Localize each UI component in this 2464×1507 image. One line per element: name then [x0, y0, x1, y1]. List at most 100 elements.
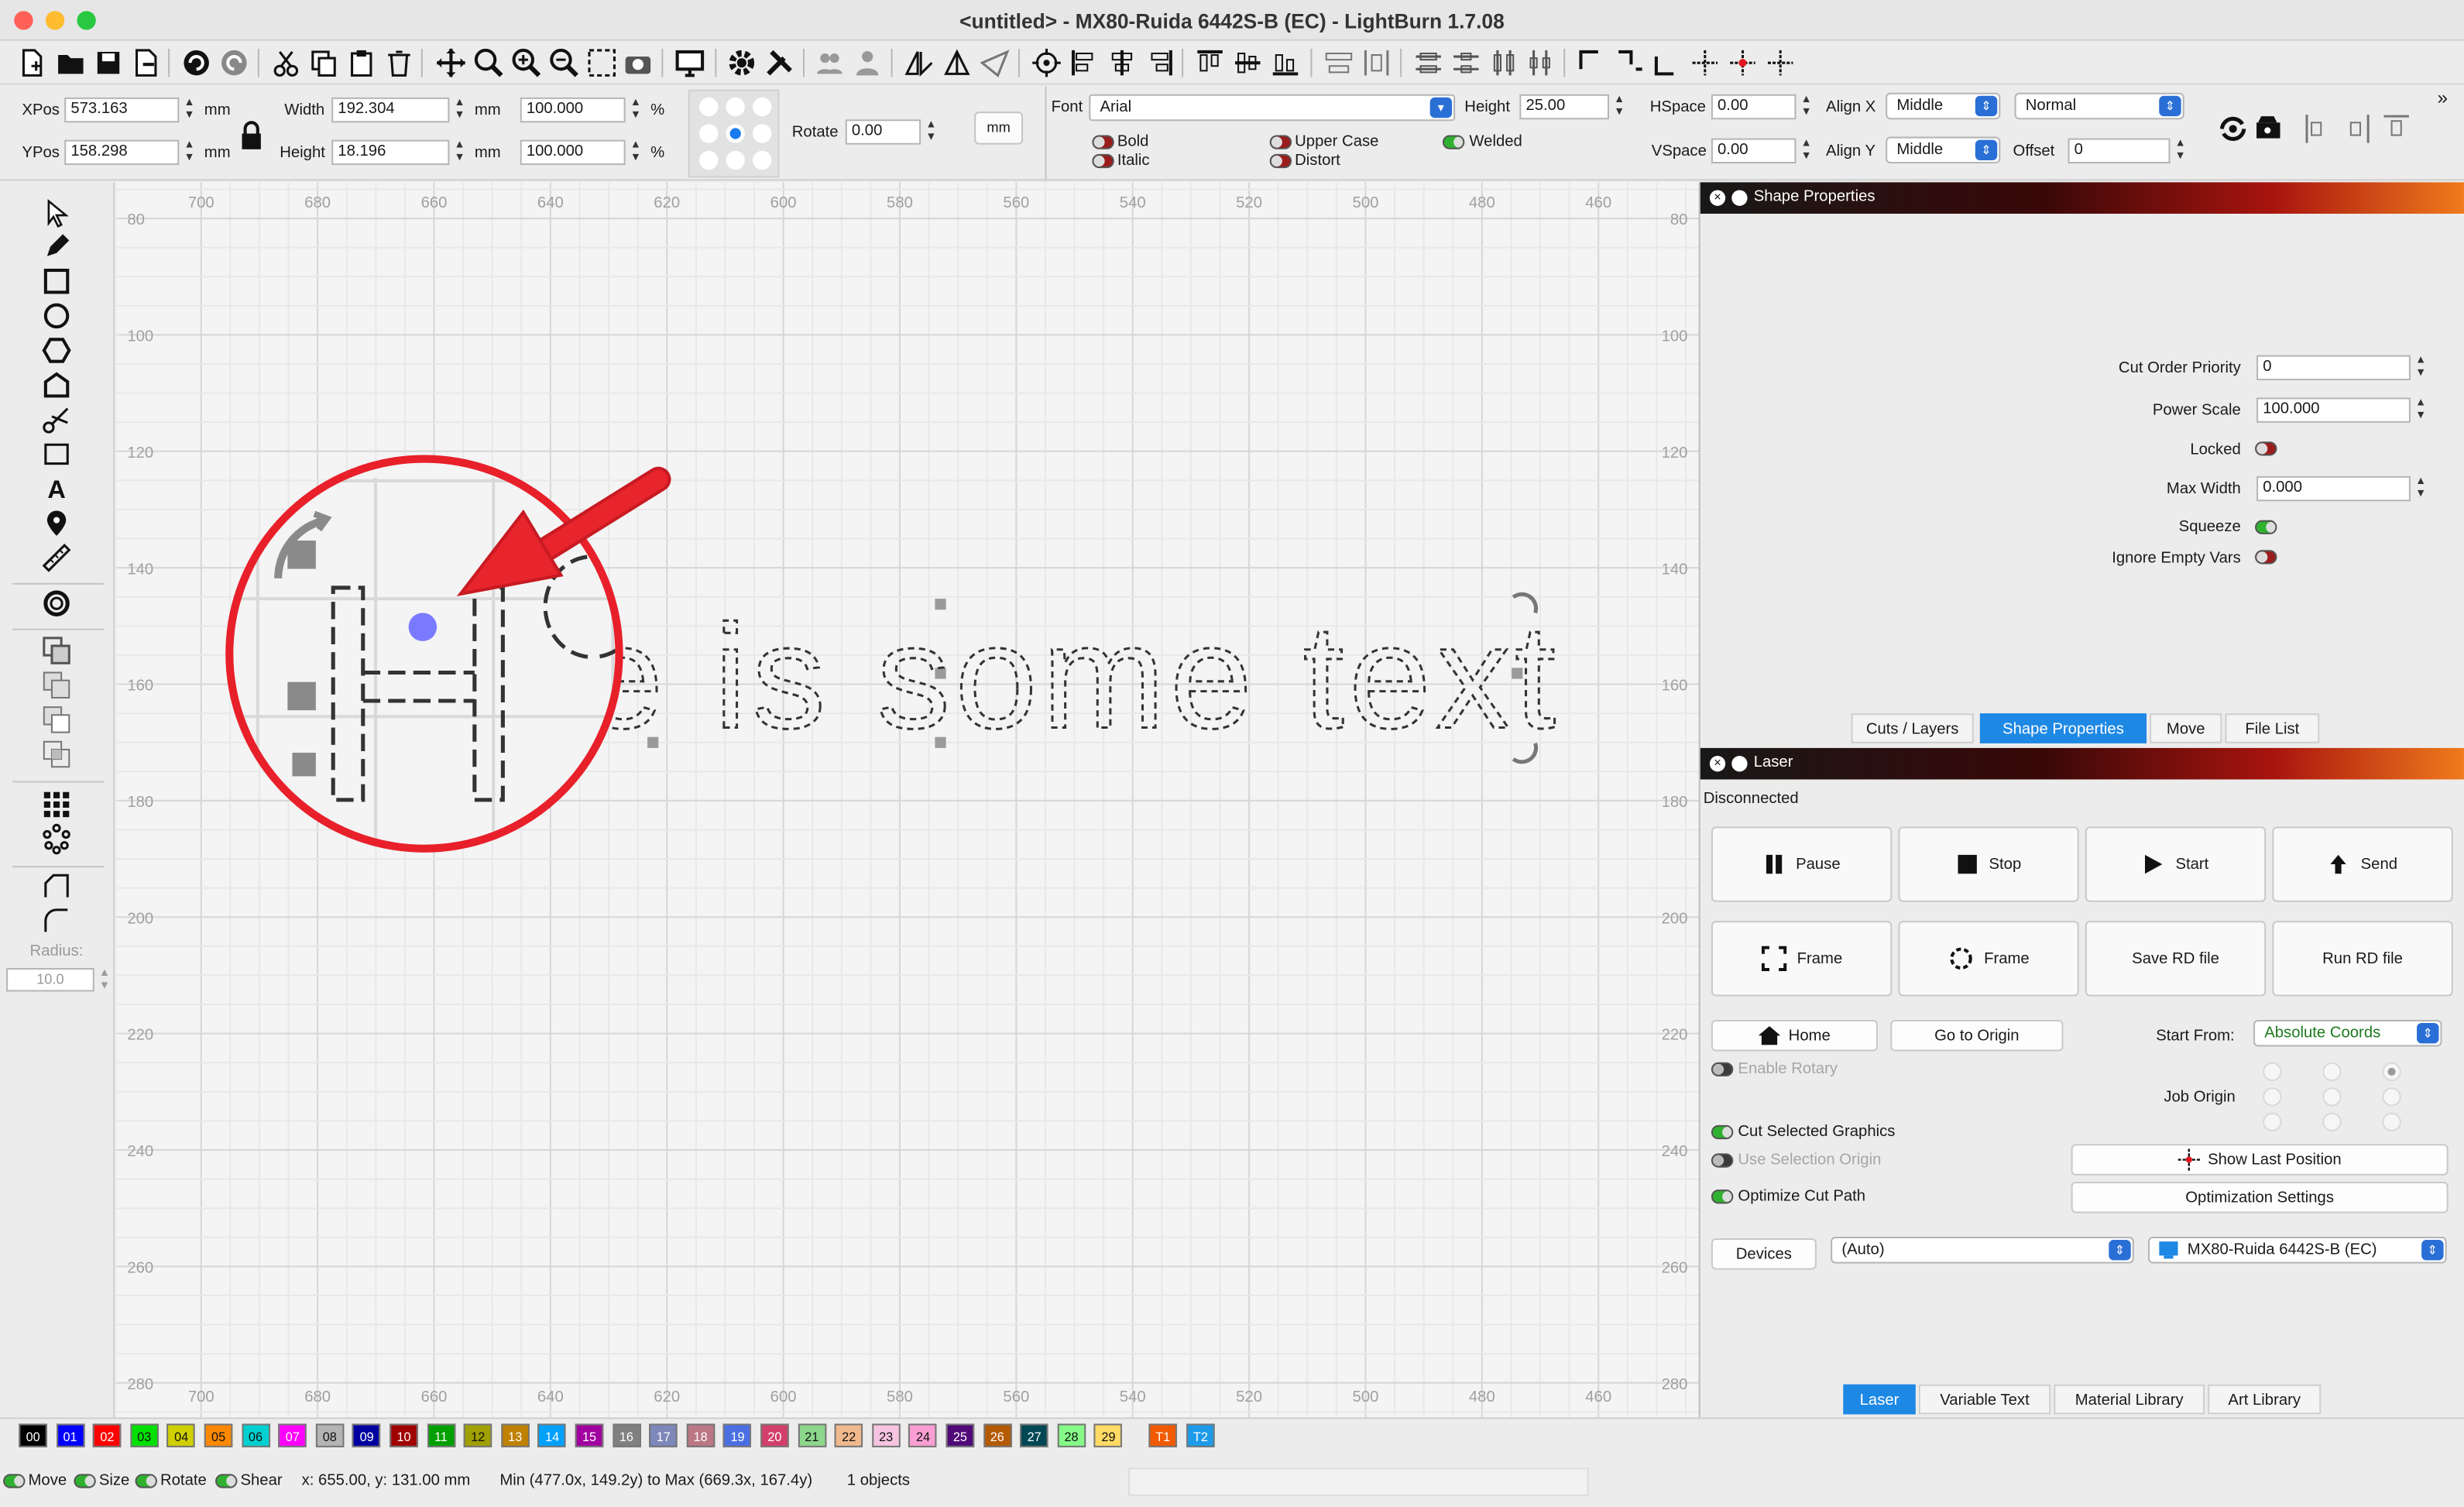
offset-input[interactable]: 0 — [2068, 138, 2171, 164]
layer-color-swatch[interactable]: 25 — [945, 1423, 975, 1447]
send-button[interactable]: Send — [2272, 826, 2453, 902]
tab-laser[interactable]: Laser — [1843, 1384, 1916, 1415]
tab-cuts-layers[interactable]: Cuts / Layers — [1851, 713, 1974, 743]
stop-button[interactable]: Stop — [1898, 826, 2079, 902]
use-selection-origin-toggle[interactable] — [1711, 1153, 1734, 1168]
font-select[interactable]: Arial ▾ — [1089, 94, 1456, 122]
vspace-input[interactable]: 0.00 — [1711, 138, 1797, 164]
uppercase-toggle[interactable] — [1269, 135, 1292, 149]
align-top-icon[interactable] — [1194, 47, 1226, 79]
ellipse-tool-icon[interactable] — [41, 300, 73, 332]
zoom-in-icon[interactable] — [511, 47, 543, 79]
crosshair-red-icon[interactable] — [1727, 47, 1759, 79]
locked-toggle[interactable] — [2255, 441, 2277, 456]
distort-toggle[interactable] — [1269, 153, 1292, 169]
copy-icon[interactable] — [308, 47, 340, 79]
close-panel-icon[interactable]: × — [1709, 190, 1726, 206]
tab-variable-text[interactable]: Variable Text — [1918, 1384, 2051, 1415]
ignore-empty-vars-toggle[interactable] — [2255, 550, 2277, 565]
crosshair-icon[interactable] — [1765, 47, 1797, 79]
layer-color-swatch[interactable]: 15 — [575, 1423, 604, 1447]
power-scale-input[interactable]: 100.000 — [2256, 397, 2411, 423]
align-x-select[interactable]: Middle ⇕ — [1886, 92, 2001, 120]
position-laser-pin-icon[interactable] — [41, 507, 73, 539]
layer-color-swatch[interactable]: 19 — [723, 1423, 752, 1447]
layer-color-swatch[interactable]: 03 — [130, 1423, 159, 1447]
show-last-position-button[interactable]: Show Last Position — [2071, 1144, 2449, 1176]
align-left-icon[interactable] — [1069, 47, 1100, 79]
layer-color-swatch[interactable]: 10 — [390, 1423, 418, 1447]
cut-order-input[interactable]: 0 — [2256, 355, 2411, 381]
rectangle-tool-icon[interactable] — [41, 266, 73, 297]
layer-color-swatch[interactable]: 16 — [612, 1423, 641, 1447]
frame-button[interactable]: Frame — [1711, 921, 1893, 997]
dock-left-icon[interactable] — [1412, 47, 1444, 79]
save-icon[interactable] — [93, 47, 125, 79]
layer-color-swatch[interactable]: 08 — [315, 1423, 345, 1447]
arrange-top-icon[interactable] — [2380, 112, 2412, 146]
align-middle-icon[interactable] — [1232, 47, 1264, 79]
squeeze-toggle[interactable] — [2255, 520, 2277, 534]
enable-rotary-toggle[interactable] — [1711, 1062, 1734, 1077]
cut-order-stepper[interactable]: ▲ ▼ — [2414, 355, 2428, 380]
object-origin-grid[interactable] — [688, 89, 780, 178]
tab-material-library[interactable]: Material Library — [2054, 1384, 2205, 1415]
tab-art-library[interactable]: Art Library — [2208, 1384, 2322, 1415]
flip-horizontal-icon[interactable] — [904, 47, 935, 79]
layer-color-swatch[interactable]: 11 — [427, 1423, 455, 1447]
dock-center-icon[interactable] — [1450, 47, 1482, 79]
layer-color-swatch[interactable]: 17 — [649, 1423, 678, 1447]
arrange-left-icon[interactable] — [2302, 112, 2334, 146]
units-toggle-button[interactable]: mm — [974, 112, 1024, 145]
measure-ruler-icon[interactable] — [41, 542, 73, 574]
layer-color-swatch[interactable]: 06 — [241, 1423, 270, 1447]
text-tool-icon[interactable]: A — [41, 473, 73, 505]
layer-color-swatch[interactable]: 14 — [537, 1423, 567, 1447]
layer-color-swatch[interactable]: 12 — [464, 1423, 492, 1447]
align-y-select[interactable]: Middle ⇕ — [1886, 136, 2001, 164]
paste-icon[interactable] — [345, 47, 377, 79]
optimize-cut-path-toggle[interactable] — [1711, 1189, 1734, 1204]
move-icon[interactable] — [435, 47, 467, 79]
radius-stepper[interactable]: ▲ ▼ — [98, 968, 112, 993]
ypos-input[interactable]: 158.298 — [64, 139, 180, 166]
device-select[interactable]: MX80-Ruida 6442S-B (EC) ⇕ — [2148, 1236, 2447, 1264]
italic-toggle[interactable] — [1092, 153, 1114, 169]
trim-scissors-icon[interactable] — [41, 404, 73, 436]
start-button[interactable]: Start — [2085, 826, 2267, 902]
machine-settings-icon[interactable] — [764, 47, 795, 79]
settings-gear-icon[interactable] — [726, 47, 758, 79]
optimization-settings-button[interactable]: Optimization Settings — [2071, 1181, 2449, 1213]
layer-color-swatch[interactable]: 01 — [56, 1423, 84, 1447]
rotate-toggle[interactable] — [135, 1474, 157, 1488]
canvas-workspace[interactable]: 700 700 680 680 660 660 640 640 620 620 600 600 580 5… — [116, 182, 1699, 1418]
align-center-icon[interactable] — [1107, 47, 1138, 79]
ypos-stepper[interactable]: ▲ ▼ — [182, 140, 196, 165]
layer-color-swatch[interactable]: 00 — [19, 1423, 47, 1447]
xpos-input[interactable]: 573.163 — [64, 97, 180, 123]
layer-color-swatch[interactable]: 23 — [871, 1423, 901, 1447]
height-input[interactable]: 18.196 — [331, 139, 450, 166]
hspace-stepper[interactable]: ▲ ▼ — [1800, 94, 1814, 119]
hspace-input[interactable]: 0.00 — [1711, 94, 1797, 120]
height-stepper[interactable]: ▲ ▼ — [452, 140, 466, 165]
boolean-union-icon[interactable] — [41, 669, 73, 701]
float-laser-panel-icon[interactable] — [1731, 756, 1748, 772]
camera-icon[interactable] — [623, 47, 654, 79]
tool-layer-swatch[interactable]: T2 — [1186, 1423, 1215, 1447]
layer-color-swatch[interactable]: 09 — [352, 1423, 381, 1447]
radius-input[interactable]: 10.0 — [6, 967, 94, 992]
corner-top-right-icon[interactable] — [1614, 47, 1646, 79]
layer-color-swatch[interactable]: 22 — [834, 1423, 863, 1447]
delete-icon[interactable] — [383, 47, 415, 79]
lock-icon[interactable] — [239, 119, 263, 151]
layer-color-swatch[interactable]: 13 — [500, 1423, 530, 1447]
zoom-selection-icon[interactable] — [586, 47, 618, 79]
center-target-icon[interactable] — [1031, 47, 1062, 79]
grid-array-icon[interactable] — [41, 789, 73, 821]
vspace-stepper[interactable]: ▲ ▼ — [1800, 139, 1814, 163]
boolean-subtract-icon[interactable] — [41, 704, 73, 736]
layer-color-swatch[interactable]: 27 — [1020, 1423, 1048, 1447]
font-height-stepper[interactable]: ▲ ▼ — [1612, 94, 1626, 119]
go-to-origin-button[interactable]: Go to Origin — [1890, 1019, 2064, 1052]
